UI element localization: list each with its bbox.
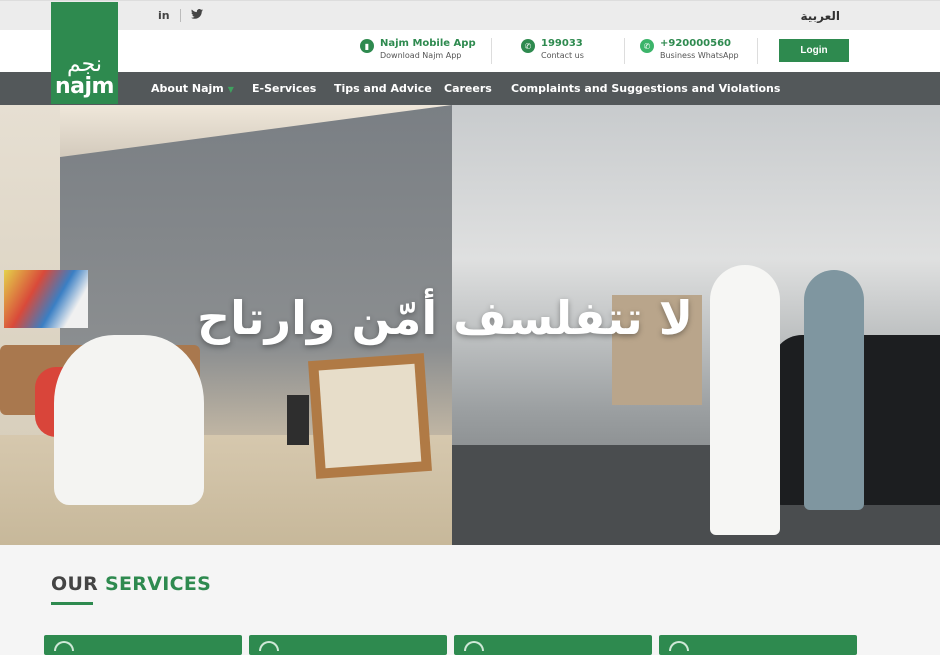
whatsapp-number: +920000560 (660, 38, 732, 49)
carrom-board (308, 353, 432, 479)
chevron-down-icon: ▼ (227, 85, 234, 94)
man-grey-shirt (804, 270, 864, 510)
plant-pot (287, 395, 309, 445)
divider (757, 38, 758, 64)
phone-icon: ▮ (360, 39, 374, 53)
man-white-thobe (710, 265, 780, 535)
whatsapp-icon: ✆ (640, 39, 654, 53)
logo-arabic-text: نجم (67, 52, 102, 77)
ceiling (0, 105, 452, 165)
divider (624, 38, 625, 64)
login-button[interactable]: Login (779, 39, 849, 62)
divider (179, 9, 181, 22)
nav-item-about[interactable]: About Najm ▼ (151, 82, 234, 95)
mobile-app-link[interactable]: ▮ Najm Mobile App Download Najm App (360, 37, 476, 61)
services-heading-part1: OUR (51, 573, 99, 595)
social-links: in (158, 9, 203, 22)
services-section: OUR SERVICES (0, 545, 940, 655)
heading-underline (51, 602, 93, 605)
main-nav: About Najm ▼ E-Services Tips and Advice C… (0, 72, 940, 105)
nav-item-e-services[interactable]: E-Services (252, 82, 316, 95)
nav-item-complaints[interactable]: Complaints and Suggestions and Violation… (511, 82, 780, 95)
service-card[interactable] (659, 635, 857, 655)
mobile-app-title: Najm Mobile App (380, 38, 476, 49)
nav-item-label: About Najm (151, 82, 224, 95)
language-switch[interactable]: العربية (800, 9, 840, 23)
painting (4, 270, 88, 328)
logo-english-text: najm (55, 74, 114, 99)
services-heading: OUR SERVICES (51, 573, 211, 595)
contact-subtitle: Contact us (541, 51, 584, 60)
top-bar: in العربية (0, 0, 940, 30)
contact-link[interactable]: ✆ 199033 Contact us (521, 37, 584, 61)
hero-slogan: لا تتفلسف أمّن وارتاح (196, 291, 693, 345)
linkedin-icon[interactable]: in (158, 9, 170, 22)
hero-banner: لا تتفلسف أمّن وارتاح (0, 105, 940, 545)
divider (491, 38, 492, 64)
mobile-app-subtitle: Download Najm App (380, 51, 462, 60)
twitter-icon[interactable] (190, 9, 203, 22)
contact-number: 199033 (541, 38, 583, 49)
services-heading-part2: SERVICES (105, 573, 212, 595)
person-white-thobe (54, 335, 204, 505)
call-icon: ✆ (521, 39, 535, 53)
whatsapp-subtitle: Business WhatsApp (660, 51, 739, 60)
whatsapp-link[interactable]: ✆ +920000560 Business WhatsApp (640, 37, 739, 61)
nav-item-careers[interactable]: Careers (444, 82, 492, 95)
service-card[interactable] (249, 635, 447, 655)
header: ▮ Najm Mobile App Download Najm App ✆ 19… (0, 30, 940, 72)
najm-logo[interactable]: نجم najm (51, 2, 118, 104)
nav-item-tips[interactable]: Tips and Advice (334, 82, 432, 95)
service-card[interactable] (44, 635, 242, 655)
service-card[interactable] (454, 635, 652, 655)
